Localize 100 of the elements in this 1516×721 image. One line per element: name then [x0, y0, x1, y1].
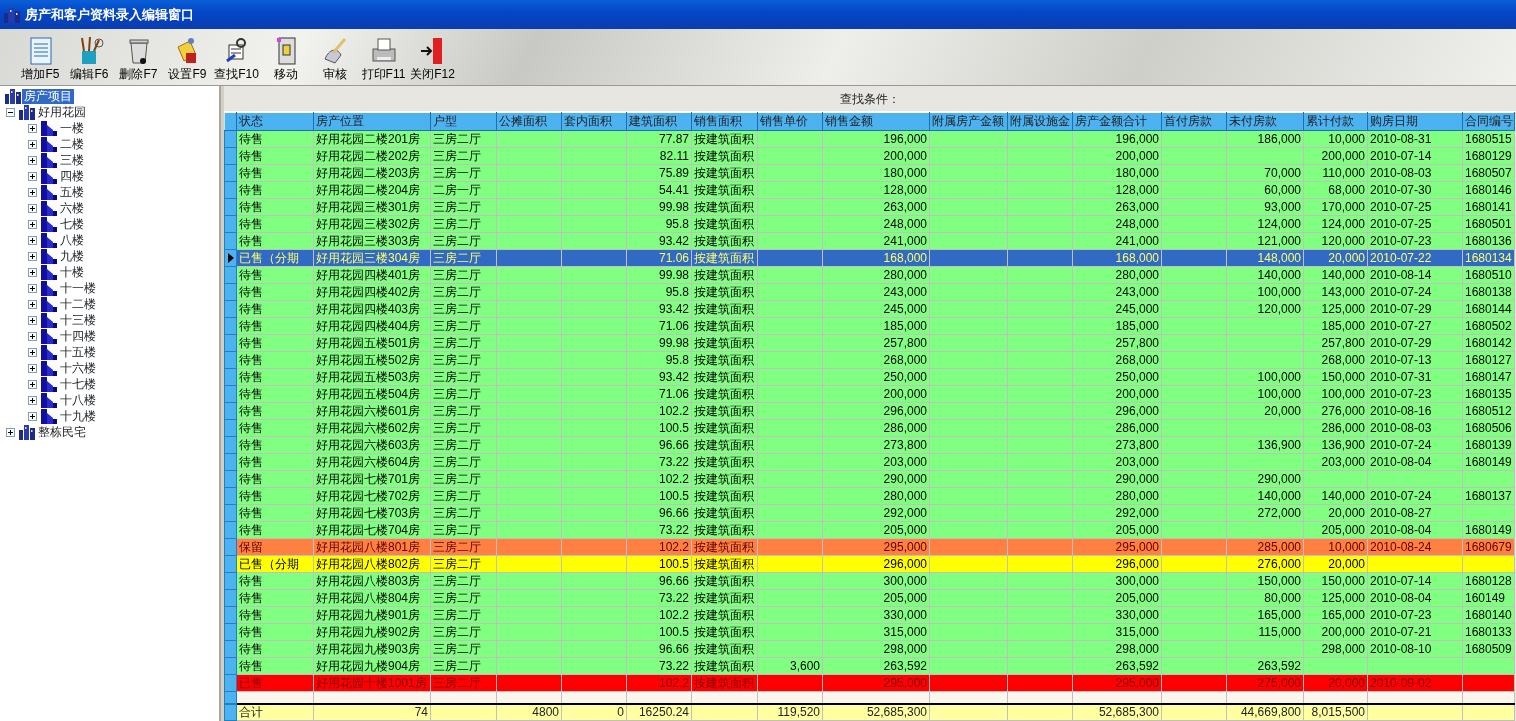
- table-cell: 280,000: [1072, 487, 1162, 505]
- expand-icon[interactable]: [28, 379, 37, 389]
- expand-icon[interactable]: [28, 411, 37, 421]
- column-header[interactable]: 公摊面积: [496, 112, 562, 131]
- column-header[interactable]: 套内面积: [561, 112, 627, 131]
- table-cell: 102.2: [626, 470, 692, 488]
- table-cell: 按建筑面积: [691, 198, 758, 216]
- tree-item[interactable]: 十四楼: [58, 328, 98, 344]
- tree-item[interactable]: 九楼: [58, 248, 86, 264]
- expand-icon[interactable]: [6, 427, 15, 437]
- expand-icon[interactable]: [28, 171, 37, 181]
- expand-icon[interactable]: [28, 347, 37, 357]
- table-cell: 205,000: [822, 521, 930, 539]
- table-cell: 203,000: [1303, 453, 1368, 471]
- expand-icon[interactable]: [28, 251, 37, 261]
- table-cell: 121,000: [1226, 232, 1304, 250]
- expand-icon[interactable]: [28, 315, 37, 325]
- table-cell: 按建筑面积: [691, 300, 758, 318]
- tree-item[interactable]: 十楼: [58, 264, 86, 280]
- expand-icon[interactable]: [28, 123, 37, 133]
- column-header[interactable]: 附属设施金: [1007, 112, 1073, 131]
- table-cell: 三房二厅: [430, 419, 497, 437]
- table-cell: 待售: [236, 640, 314, 658]
- column-header[interactable]: 附属房产金额: [929, 112, 1008, 131]
- expand-icon[interactable]: [28, 155, 37, 165]
- table-cell: 三房二厅: [430, 215, 497, 233]
- column-header[interactable]: 购房日期: [1367, 112, 1463, 131]
- tree-item[interactable]: 十八楼: [58, 392, 98, 408]
- tree-item[interactable]: 十二楼: [58, 296, 98, 312]
- column-header[interactable]: 房产金额合计: [1072, 112, 1162, 131]
- tree-item[interactable]: 十六楼: [58, 360, 98, 376]
- tree-item[interactable]: 五楼: [58, 184, 86, 200]
- table-cell: 257,800: [822, 334, 930, 352]
- table-cell: 按建筑面积: [691, 623, 758, 641]
- expand-icon[interactable]: [28, 299, 37, 309]
- toolbar-button[interactable]: 关闭F12: [408, 35, 457, 81]
- toolbar-button[interactable]: 增加F5: [16, 35, 65, 81]
- collapse-icon[interactable]: [6, 107, 15, 117]
- column-header[interactable]: 合同编号: [1462, 112, 1515, 131]
- expand-icon[interactable]: [28, 267, 37, 277]
- tree-item[interactable]: 四楼: [58, 168, 86, 184]
- table-cell: 按建筑面积: [691, 334, 758, 352]
- expand-icon[interactable]: [28, 203, 37, 213]
- expand-icon[interactable]: [28, 331, 37, 341]
- toolbar-button[interactable]: 删除F7: [114, 35, 163, 81]
- column-header[interactable]: 首付房款: [1161, 112, 1227, 131]
- column-header[interactable]: 销售面积: [691, 112, 758, 131]
- table-cell: 三房二厅: [430, 402, 497, 420]
- table-cell: 257,800: [1303, 334, 1368, 352]
- table-cell: 2010-07-21: [1367, 623, 1463, 641]
- column-header[interactable]: 房产位置: [313, 112, 431, 131]
- table-cell: 1680149: [1462, 453, 1515, 471]
- table-cell: 三房二厅: [430, 283, 497, 301]
- tree-item[interactable]: 十三楼: [58, 312, 98, 328]
- table-cell: 330,000: [1072, 606, 1162, 624]
- expand-icon[interactable]: [28, 219, 37, 229]
- tree-item[interactable]: 十七楼: [58, 376, 98, 392]
- toolbar-button[interactable]: 编辑F6: [65, 35, 114, 81]
- column-header[interactable]: 累计付款: [1303, 112, 1368, 131]
- column-header[interactable]: 销售单价: [757, 112, 823, 131]
- toolbar-button[interactable]: 审核: [310, 35, 359, 81]
- tree-item[interactable]: 一楼: [58, 120, 86, 136]
- table-cell: 三房二厅: [430, 232, 497, 250]
- tree-item[interactable]: 三楼: [58, 152, 86, 168]
- toolbar-button[interactable]: 设置F9: [163, 35, 212, 81]
- expand-icon[interactable]: [28, 187, 37, 197]
- table-cell: 93.42: [626, 300, 692, 318]
- table-cell: 99.98: [626, 266, 692, 284]
- table-cell: 待售: [236, 368, 314, 386]
- table-cell: 1680149: [1462, 521, 1515, 539]
- tree-item[interactable]: 房产项目: [22, 88, 74, 104]
- tree-item[interactable]: 十五楼: [58, 344, 98, 360]
- table-cell: 140,000: [1303, 487, 1368, 505]
- table-cell: 124,000: [1226, 215, 1304, 233]
- table-cell: 待售: [236, 198, 314, 216]
- expand-icon[interactable]: [28, 363, 37, 373]
- tree-item[interactable]: 二楼: [58, 136, 86, 152]
- tree-item[interactable]: 六楼: [58, 200, 86, 216]
- expand-icon[interactable]: [28, 139, 37, 149]
- column-header[interactable]: 销售金额: [822, 112, 930, 131]
- table-cell: 285,000: [1226, 538, 1304, 556]
- column-header[interactable]: 建筑面积: [626, 112, 692, 131]
- expand-icon[interactable]: [28, 395, 37, 405]
- toolbar-button[interactable]: 打印F11: [359, 35, 408, 81]
- expand-icon[interactable]: [28, 283, 37, 293]
- tree-item[interactable]: 十一楼: [58, 280, 98, 296]
- table-cell: 2010-07-29: [1367, 334, 1463, 352]
- tree-item[interactable]: 整栋民宅: [36, 424, 88, 440]
- table-cell: 按建筑面积: [691, 555, 758, 573]
- tree-item[interactable]: 好用花园: [36, 104, 88, 120]
- column-header[interactable]: 状态: [236, 112, 314, 131]
- tree-item[interactable]: 七楼: [58, 216, 86, 232]
- toolbar-button[interactable]: 查找F10: [212, 35, 261, 81]
- column-header[interactable]: 户型: [430, 112, 497, 131]
- toolbar-button[interactable]: 移动: [261, 35, 310, 81]
- tree-item[interactable]: 八楼: [58, 232, 86, 248]
- tree-item[interactable]: 十九楼: [58, 408, 98, 424]
- expand-icon[interactable]: [28, 235, 37, 245]
- column-header[interactable]: 未付房款: [1226, 112, 1304, 131]
- table-cell: 295,000: [822, 674, 930, 692]
